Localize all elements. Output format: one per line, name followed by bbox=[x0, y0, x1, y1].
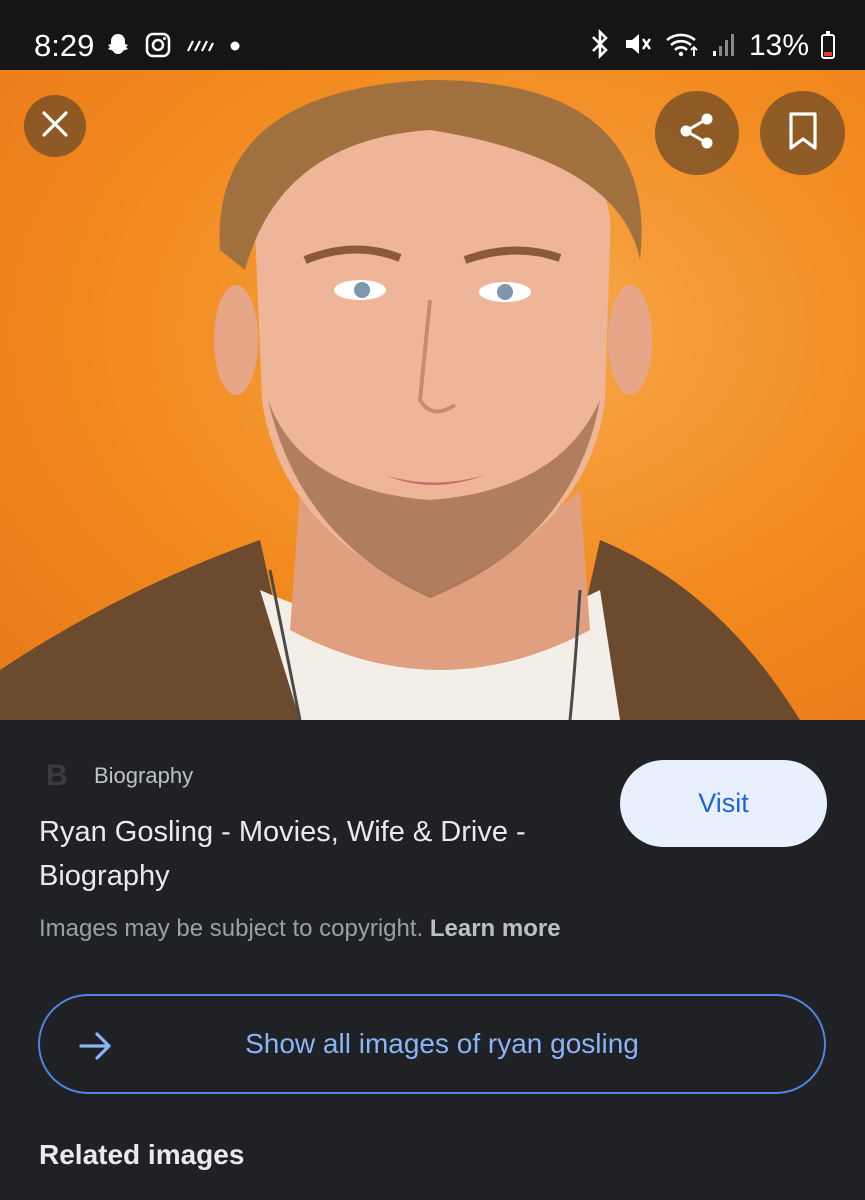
share-button[interactable] bbox=[655, 91, 739, 175]
source-logo: B bbox=[46, 759, 68, 792]
dot-icon bbox=[229, 39, 241, 57]
related-images-heading: Related images bbox=[39, 1139, 245, 1170]
instagram-icon bbox=[145, 32, 171, 63]
wifi-icon bbox=[665, 30, 699, 63]
mute-icon bbox=[623, 30, 653, 63]
copyright-notice: Images may be subject to copyright. Lear… bbox=[39, 912, 561, 946]
close-button[interactable] bbox=[24, 95, 86, 157]
learn-more-link[interactable]: Learn more bbox=[430, 915, 561, 942]
battery-icon bbox=[821, 30, 835, 59]
visit-button[interactable]: Visit bbox=[620, 760, 827, 847]
status-right-icons: 13% bbox=[589, 28, 835, 64]
copyright-text: Images may be subject to copyright. bbox=[39, 915, 424, 942]
source-row[interactable]: B Biography bbox=[46, 758, 193, 794]
bookmark-button[interactable] bbox=[760, 91, 845, 175]
source-name: Biography bbox=[94, 763, 194, 788]
status-time: 8:29 bbox=[34, 28, 95, 63]
cellular-signal-icon bbox=[711, 31, 737, 62]
bluetooth-icon bbox=[589, 28, 611, 64]
result-title[interactable]: Ryan Gosling - Movies, Wife & Drive - Bi… bbox=[39, 810, 599, 898]
snapchat-icon bbox=[105, 32, 131, 63]
show-all-images-button[interactable]: Show all images of ryan gosling bbox=[38, 994, 826, 1094]
share-icon bbox=[676, 110, 718, 157]
signal-lines-icon bbox=[185, 35, 215, 60]
bookmark-icon bbox=[786, 111, 820, 156]
status-bar: 8:29 13% bbox=[0, 0, 865, 70]
close-icon bbox=[40, 109, 70, 144]
status-left-icons bbox=[105, 32, 241, 63]
show-all-label: Show all images of ryan gosling bbox=[245, 1028, 639, 1059]
battery-percent: 13% bbox=[748, 29, 809, 62]
hero-image[interactable] bbox=[0, 70, 865, 720]
portrait-illustration bbox=[0, 80, 865, 720]
